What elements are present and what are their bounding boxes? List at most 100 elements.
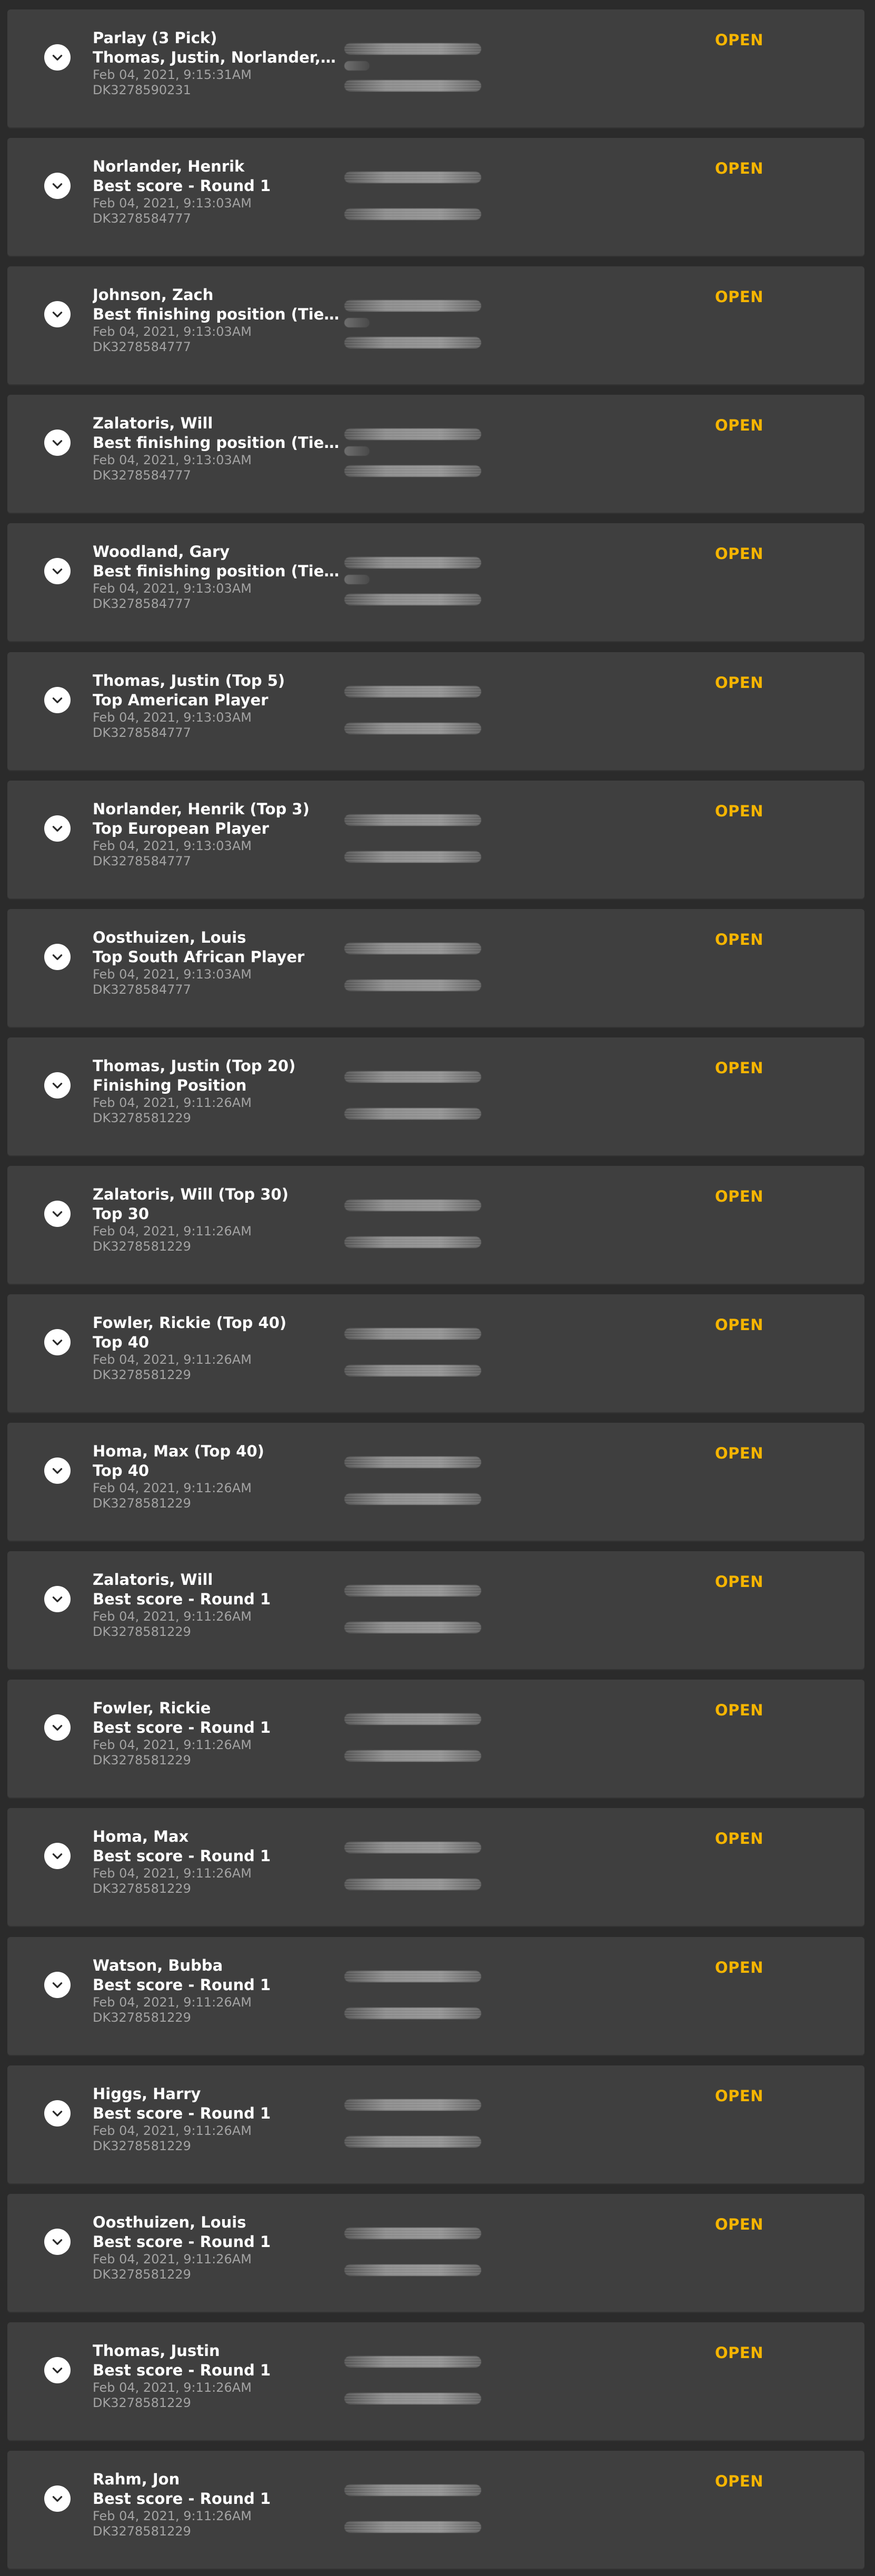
blurred-odds-line (344, 80, 481, 92)
bet-selection-name: Johnson, Zach (93, 286, 214, 304)
bet-ticket-id: DK3278584777 (93, 854, 191, 868)
bet-status[interactable]: OPEN (715, 159, 763, 178)
bet-card[interactable]: Thomas, Justin (Top 5) Top American Play… (7, 652, 864, 771)
blurred-odds (344, 1834, 481, 1898)
bet-card[interactable]: Oosthuizen, Louis Best score - Round 1 F… (7, 2194, 864, 2313)
bet-card[interactable]: Homa, Max (Top 40) Top 40 Feb 04, 2021, … (7, 1423, 864, 1542)
bet-market: Best score - Round 1 (93, 1719, 271, 1736)
bet-status[interactable]: OPEN (715, 1315, 763, 1334)
blurred-odds-marker (344, 446, 370, 456)
bet-status[interactable]: OPEN (715, 2343, 763, 2362)
bet-status[interactable]: OPEN (715, 1059, 763, 1077)
bet-card[interactable]: Norlander, Henrik (Top 3) Top European P… (7, 781, 864, 900)
bet-card[interactable]: Zalatoris, Will Best finishing position … (7, 395, 864, 514)
chevron-down-icon[interactable] (44, 1201, 71, 1227)
bet-market: Best score - Round 1 (93, 177, 271, 195)
bet-info: Parlay (3 Pick) Thomas, Justin, Norlande… (93, 28, 340, 98)
bet-card[interactable]: Parlay (3 Pick) Thomas, Justin, Norlande… (7, 9, 864, 128)
bet-card[interactable]: Norlander, Henrik Best score - Round 1 F… (7, 138, 864, 257)
bet-placed-date: Feb 04, 2021, 9:13:03AM (93, 324, 252, 339)
blurred-odds-line (344, 1493, 481, 1505)
bet-status[interactable]: OPEN (715, 930, 763, 949)
bet-status[interactable]: OPEN (715, 1958, 763, 1977)
bet-ticket-id: DK3278590231 (93, 83, 191, 97)
chevron-down-icon[interactable] (44, 944, 71, 970)
bet-status[interactable]: OPEN (715, 1829, 763, 1848)
chevron-down-icon[interactable] (44, 687, 71, 713)
bet-status[interactable]: OPEN (715, 1572, 763, 1591)
bet-selection-name: Thomas, Justin (Top 20) (93, 1057, 296, 1075)
bet-ticket-id: DK3278581229 (93, 1881, 191, 1896)
bet-status[interactable]: OPEN (715, 673, 763, 692)
blurred-odds (344, 1192, 481, 1255)
bet-placed-date: Feb 04, 2021, 9:13:03AM (93, 710, 252, 725)
bet-market: Top 30 (93, 1205, 150, 1223)
bet-info: Johnson, Zach Best finishing position (T… (93, 285, 340, 355)
chevron-down-icon[interactable] (44, 815, 71, 842)
chevron-down-icon[interactable] (44, 558, 71, 584)
bet-placed-date: Feb 04, 2021, 9:11:26AM (93, 2252, 252, 2267)
bet-card[interactable]: Woodland, Gary Best finishing position (… (7, 523, 864, 642)
chevron-down-icon[interactable] (44, 1714, 71, 1741)
blurred-odds-line (344, 943, 481, 954)
bet-selection-name: Thomas, Justin (Top 5) (93, 672, 285, 690)
bet-card[interactable]: Zalatoris, Will (Top 30) Top 30 Feb 04, … (7, 1166, 864, 1285)
bet-placed-date: Feb 04, 2021, 9:11:26AM (93, 1738, 252, 1752)
bet-market: Best score - Round 1 (93, 2104, 271, 2122)
bet-market: Best score - Round 1 (93, 2361, 271, 2379)
blurred-odds-line (344, 1971, 481, 1982)
bet-market: Top South African Player (93, 948, 305, 966)
bet-status[interactable]: OPEN (715, 1187, 763, 1206)
bet-info: Homa, Max (Top 40) Top 40 Feb 04, 2021, … (93, 1442, 340, 1511)
bet-card[interactable]: Thomas, Justin Best score - Round 1 Feb … (7, 2322, 864, 2441)
bet-status[interactable]: OPEN (715, 2086, 763, 2105)
blurred-odds (344, 678, 481, 742)
chevron-down-icon[interactable] (44, 2100, 71, 2126)
chevron-down-icon[interactable] (44, 173, 71, 199)
bet-card[interactable]: Homa, Max Best score - Round 1 Feb 04, 2… (7, 1808, 864, 1927)
bet-status[interactable]: OPEN (715, 31, 763, 49)
bet-card[interactable]: Zalatoris, Will Best score - Round 1 Feb… (7, 1551, 864, 1670)
chevron-down-icon[interactable] (44, 1843, 71, 1869)
bet-status[interactable]: OPEN (715, 416, 763, 435)
bet-market: Finishing Position (93, 1076, 247, 1094)
chevron-down-icon[interactable] (44, 301, 71, 327)
bet-selection-name: Zalatoris, Will (Top 30) (93, 1185, 289, 1203)
bet-status[interactable]: OPEN (715, 287, 763, 306)
bet-card[interactable]: Rahm, Jon Best score - Round 1 Feb 04, 2… (7, 2451, 864, 2570)
bet-card[interactable]: Fowler, Rickie Best score - Round 1 Feb … (7, 1680, 864, 1799)
chevron-down-icon[interactable] (44, 1972, 71, 1998)
chevron-down-icon[interactable] (44, 430, 71, 456)
bet-ticket-id: DK3278581229 (93, 2395, 191, 2410)
bet-status[interactable]: OPEN (715, 544, 763, 563)
chevron-down-icon[interactable] (44, 1457, 71, 1484)
chevron-down-icon[interactable] (44, 2357, 71, 2383)
bet-placed-date: Feb 04, 2021, 9:11:26AM (93, 1866, 252, 1881)
blurred-odds-line (344, 557, 481, 568)
chevron-down-icon[interactable] (44, 2229, 71, 2255)
bet-card[interactable]: Watson, Bubba Best score - Round 1 Feb 0… (7, 1937, 864, 2056)
chevron-down-icon[interactable] (44, 2485, 71, 2512)
chevron-down-icon[interactable] (44, 1072, 71, 1099)
chevron-down-icon[interactable] (44, 44, 71, 71)
bet-status[interactable]: OPEN (715, 2472, 763, 2491)
chevron-down-icon[interactable] (44, 1586, 71, 1612)
blurred-odds (344, 164, 481, 227)
bet-card[interactable]: Thomas, Justin (Top 20) Finishing Positi… (7, 1037, 864, 1156)
chevron-down-icon[interactable] (44, 1329, 71, 1355)
bet-status[interactable]: OPEN (715, 2215, 763, 2234)
bet-market: Best finishing position (Tie no ... (93, 562, 340, 580)
blurred-odds-line (344, 2521, 481, 2533)
bet-card[interactable]: Fowler, Rickie (Top 40) Top 40 Feb 04, 2… (7, 1294, 864, 1413)
bet-status[interactable]: OPEN (715, 802, 763, 821)
bet-placed-date: Feb 04, 2021, 9:13:03AM (93, 453, 252, 467)
bet-status[interactable]: OPEN (715, 1701, 763, 1720)
bet-card[interactable]: Johnson, Zach Best finishing position (T… (7, 266, 864, 385)
bet-status[interactable]: OPEN (715, 1444, 763, 1463)
bet-card[interactable]: Oosthuizen, Louis Top South African Play… (7, 909, 864, 1028)
bet-market: Top 40 (93, 1333, 150, 1351)
bet-info: Zalatoris, Will Best finishing position … (93, 414, 340, 483)
bet-card[interactable]: Higgs, Harry Best score - Round 1 Feb 04… (7, 2065, 864, 2184)
bet-selection-name: Thomas, Justin (93, 2342, 220, 2360)
bet-ticket-id: DK3278581229 (93, 2524, 191, 2539)
